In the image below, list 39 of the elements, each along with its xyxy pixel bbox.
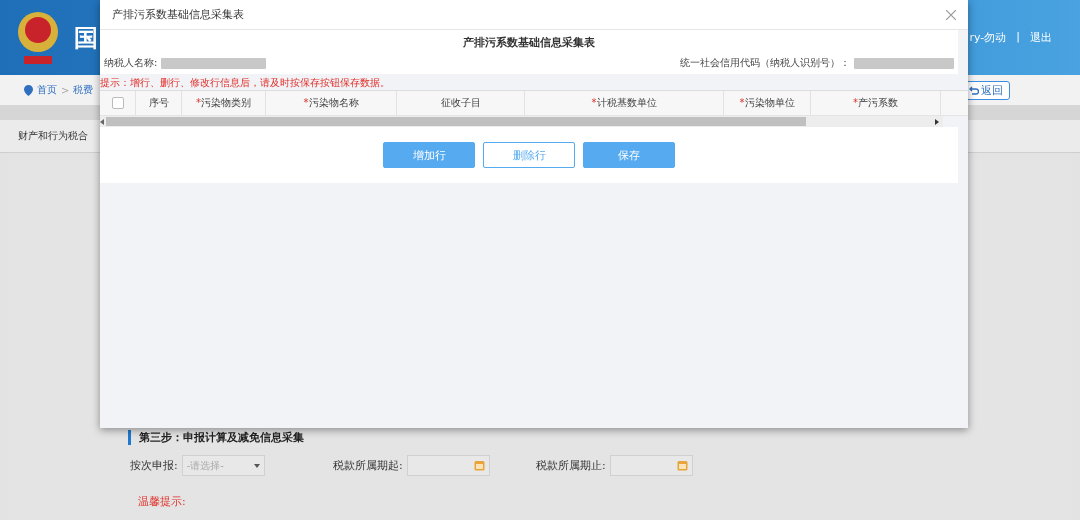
- field-label: 按次申报:: [130, 458, 178, 473]
- site-title: 国: [74, 22, 98, 54]
- action-button[interactable]: 删除行: [483, 142, 575, 168]
- form-heading: 产排污系数基础信息采集表: [462, 35, 596, 50]
- date-field[interactable]: [609, 455, 693, 476]
- column-header: *污染物类别: [196, 96, 251, 110]
- credit-code-label: 统一社会信用代码（纳税人识别号）：: [680, 56, 850, 70]
- caret-icon: [253, 463, 260, 468]
- breadcrumb-link[interactable]: 首页: [37, 83, 57, 97]
- calendar-icon[interactable]: [473, 460, 485, 471]
- date-field[interactable]: [406, 455, 490, 476]
- breadcrumb-link[interactable]: 税费: [73, 83, 94, 97]
- field-label: 税款所属期起:: [333, 458, 403, 473]
- column-header: 序号: [148, 96, 169, 110]
- action-button[interactable]: 保存: [583, 142, 675, 168]
- return-arrow-icon: [969, 85, 979, 95]
- user-name: ry-勿动: [969, 30, 1007, 45]
- tab-label[interactable]: 财产和行为税合: [18, 129, 88, 143]
- column-header: *产污系数: [853, 96, 898, 110]
- action-button[interactable]: 增加行: [383, 142, 475, 168]
- select-all-checkbox[interactable]: [111, 97, 124, 109]
- scroll-right-icon[interactable]: [935, 118, 939, 125]
- column-header: *污染物名称: [303, 96, 359, 110]
- calendar-icon[interactable]: [676, 460, 688, 471]
- horizontal-scrollbar[interactable]: [100, 116, 943, 127]
- close-icon[interactable]: [946, 9, 956, 20]
- separator: |: [1016, 30, 1020, 45]
- column-header: 征收子目: [440, 96, 481, 110]
- taxpayer-name-label: 纳税人名称:: [104, 56, 158, 70]
- breadcrumb-separator: >: [61, 84, 70, 96]
- notice-title: 温馨提示:: [138, 494, 187, 509]
- column-header: *污染物单位: [739, 96, 795, 110]
- dialog-title: 产排污系数基础信息采集表: [112, 7, 244, 22]
- location-pin-icon: [24, 84, 33, 96]
- column-header: *计税基数单位: [591, 96, 657, 110]
- hint-text: 提示：增行、删行、修改行信息后，请及时按保存按钮保存数据。: [100, 76, 391, 90]
- scroll-left-icon[interactable]: [100, 118, 104, 125]
- logout-link[interactable]: 退出: [1030, 30, 1052, 45]
- field-label: 税款所属期止:: [536, 458, 606, 473]
